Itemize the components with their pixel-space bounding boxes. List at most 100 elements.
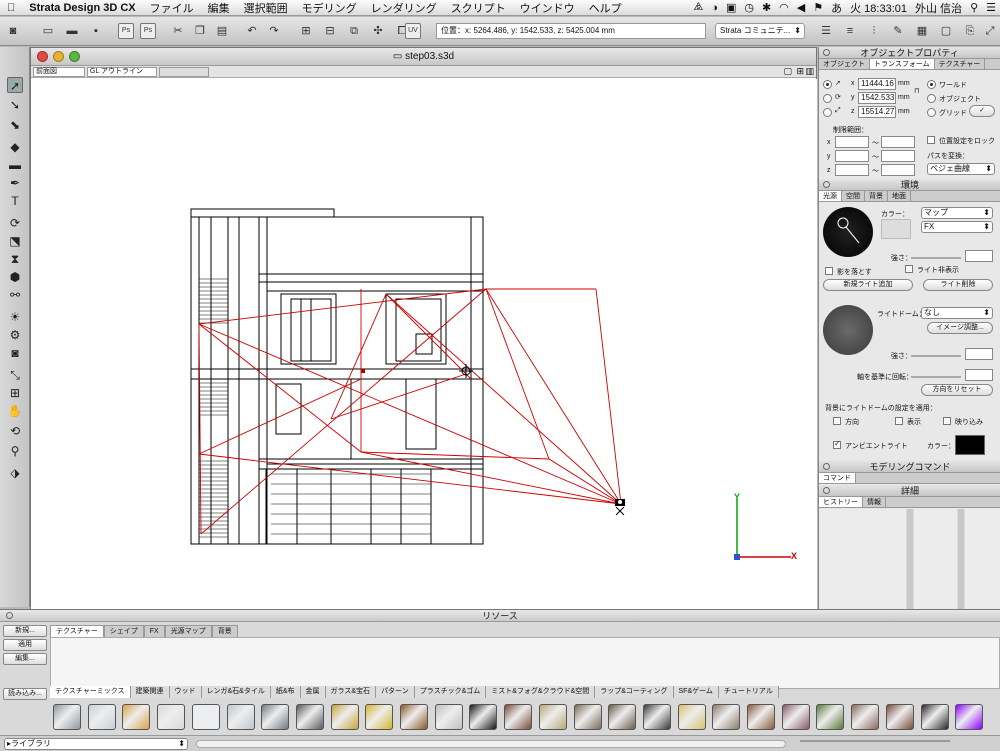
limit-x-max[interactable] bbox=[881, 136, 915, 148]
mirror-icon[interactable]: ⧗ bbox=[7, 251, 23, 267]
menu-file[interactable]: ファイル bbox=[143, 0, 201, 16]
export-icon[interactable]: ⎘ bbox=[962, 23, 978, 39]
tab-background[interactable]: 背景 bbox=[865, 191, 888, 201]
panel-close-button[interactable] bbox=[823, 181, 830, 188]
copy-icon[interactable]: ❐ bbox=[192, 23, 208, 39]
spotlight-icon[interactable]: ⚲ bbox=[966, 1, 982, 14]
align-icon[interactable]: ✣ bbox=[370, 23, 386, 39]
tab-ground[interactable]: 地面 bbox=[888, 191, 911, 201]
strength2-field[interactable] bbox=[965, 348, 993, 360]
new-resource-button[interactable]: 新規... bbox=[3, 625, 47, 637]
menu-modeling[interactable]: モデリング bbox=[295, 0, 364, 16]
category-tab[interactable]: 建築関連 bbox=[130, 686, 170, 698]
cast-shadow-checkbox[interactable] bbox=[825, 267, 833, 275]
align-left-icon[interactable]: ☰ bbox=[818, 23, 834, 39]
rotate-slider[interactable] bbox=[911, 376, 961, 378]
tab-fx[interactable]: FX bbox=[143, 625, 165, 637]
tab-space[interactable]: 空間 bbox=[842, 191, 865, 201]
light-dome-sphere[interactable] bbox=[823, 305, 873, 355]
layout-single-icon[interactable]: ▢ bbox=[783, 66, 792, 77]
pen-icon[interactable]: ✒ bbox=[7, 175, 23, 191]
bluetooth-icon[interactable]: ✱ bbox=[758, 1, 775, 14]
select-arrow-icon[interactable]: ➚ bbox=[7, 77, 23, 93]
texture-icon[interactable]: ▦ bbox=[914, 23, 930, 39]
rectangle-icon[interactable]: ▬ bbox=[7, 157, 23, 173]
cube-icon[interactable]: ◆ bbox=[7, 139, 23, 155]
tab-light[interactable]: 光源 bbox=[819, 191, 842, 201]
paste-icon[interactable]: ▤ bbox=[214, 23, 230, 39]
new-file-icon[interactable]: ▭ bbox=[40, 23, 56, 39]
hide-light-checkbox[interactable] bbox=[905, 265, 913, 273]
light-color-swatch[interactable] bbox=[881, 219, 911, 239]
zoom-slider[interactable] bbox=[159, 67, 209, 77]
extrude-icon[interactable]: ⬔ bbox=[7, 233, 23, 249]
fx-select[interactable]: FX ⬍ bbox=[921, 221, 993, 233]
minimize-window-button[interactable] bbox=[53, 51, 64, 62]
app-menu[interactable]: Strata Design 3D CX bbox=[22, 2, 142, 14]
apply-display-checkbox[interactable] bbox=[895, 417, 903, 425]
node-select-icon[interactable]: ⬊ bbox=[7, 117, 23, 133]
notification-icon[interactable]: ☰ bbox=[982, 1, 1000, 14]
panel-close-button[interactable] bbox=[823, 463, 830, 470]
scale-radio[interactable] bbox=[823, 108, 832, 117]
add-light-button[interactable]: 新規ライト追加 bbox=[823, 279, 913, 291]
texture-swatch[interactable] bbox=[816, 704, 845, 730]
ambient-color-swatch[interactable] bbox=[955, 435, 985, 455]
menu-help[interactable]: ヘルプ bbox=[582, 0, 629, 16]
tab-transform[interactable]: トランスフォーム bbox=[870, 59, 935, 69]
menubar-clock[interactable]: 火 18:33:01 bbox=[846, 0, 911, 16]
apply-check-button[interactable]: ✓ bbox=[969, 105, 995, 117]
light-bulb-icon[interactable]: ☀ bbox=[7, 309, 23, 325]
zoom-window-button[interactable] bbox=[69, 51, 80, 62]
texture-swatch[interactable] bbox=[434, 704, 463, 730]
volume-icon[interactable]: ◀ bbox=[793, 1, 809, 14]
redo-icon[interactable]: ↷ bbox=[266, 23, 282, 39]
texture-swatch[interactable] bbox=[712, 704, 741, 730]
category-tab[interactable]: チュートリアル bbox=[718, 686, 779, 698]
texture-swatch[interactable] bbox=[469, 704, 498, 730]
category-tab[interactable]: パターン bbox=[376, 686, 415, 698]
rotate-radio[interactable] bbox=[823, 94, 832, 103]
tab-shapes[interactable]: シェイプ bbox=[103, 625, 144, 637]
ambient-light-checkbox[interactable] bbox=[833, 439, 841, 449]
z-position-field[interactable]: 15514.27 bbox=[858, 106, 896, 118]
texture-swatch[interactable] bbox=[851, 704, 880, 730]
rotate-field[interactable] bbox=[965, 369, 993, 381]
link-icon[interactable]: ⧉ bbox=[346, 23, 362, 39]
render-mode-select[interactable]: GL アウトライン bbox=[87, 67, 157, 77]
undo-icon[interactable]: ↶ bbox=[244, 23, 260, 39]
frame-icon[interactable]: ▢ bbox=[938, 23, 954, 39]
category-tab[interactable]: レンガ&石&タイル bbox=[201, 686, 271, 698]
align-center-icon[interactable]: ≡ bbox=[842, 23, 858, 39]
texture-swatch[interactable] bbox=[504, 704, 533, 730]
apply-reflection-checkbox[interactable] bbox=[943, 417, 951, 425]
close-window-button[interactable] bbox=[37, 51, 48, 62]
tab-object[interactable]: オブジェクト bbox=[819, 59, 870, 69]
x-position-field[interactable]: 11444.16 bbox=[858, 78, 896, 90]
texture-swatch[interactable] bbox=[122, 704, 151, 730]
menu-selection[interactable]: 選択範囲 bbox=[237, 0, 295, 16]
photoshop-export-icon[interactable]: Ps bbox=[118, 23, 134, 39]
limit-z-max[interactable] bbox=[881, 164, 915, 176]
uv-icon[interactable]: UV bbox=[405, 23, 421, 39]
group-icon[interactable]: ⊞ bbox=[298, 23, 314, 39]
rotate-hand-icon[interactable]: ⟲ bbox=[7, 423, 23, 439]
hand-icon[interactable]: ✋ bbox=[7, 403, 23, 419]
deform-icon[interactable]: ⚯ bbox=[7, 287, 23, 303]
texture-swatch[interactable] bbox=[608, 704, 637, 730]
lock-position-checkbox[interactable] bbox=[927, 136, 935, 144]
menu-rendering[interactable]: レンダリング bbox=[364, 0, 444, 16]
subselect-icon[interactable]: ➘ bbox=[7, 97, 23, 113]
texture-swatch[interactable] bbox=[330, 704, 359, 730]
texture-swatch[interactable] bbox=[53, 704, 81, 730]
lock-proportion-icon[interactable]: ⊓ bbox=[914, 87, 919, 95]
layout-quad-icon[interactable]: ⊞ bbox=[796, 66, 804, 77]
distribute-icon[interactable]: ⫶ bbox=[866, 23, 882, 39]
delete-light-button[interactable]: ライト削除 bbox=[923, 279, 993, 291]
strength-field[interactable] bbox=[965, 250, 993, 262]
texture-swatch[interactable] bbox=[747, 704, 775, 730]
strength2-slider[interactable] bbox=[911, 355, 961, 357]
render-icon[interactable]: ⬗ bbox=[7, 465, 23, 481]
camera-object-icon[interactable] bbox=[615, 499, 625, 516]
texture-swatch[interactable] bbox=[885, 704, 914, 730]
